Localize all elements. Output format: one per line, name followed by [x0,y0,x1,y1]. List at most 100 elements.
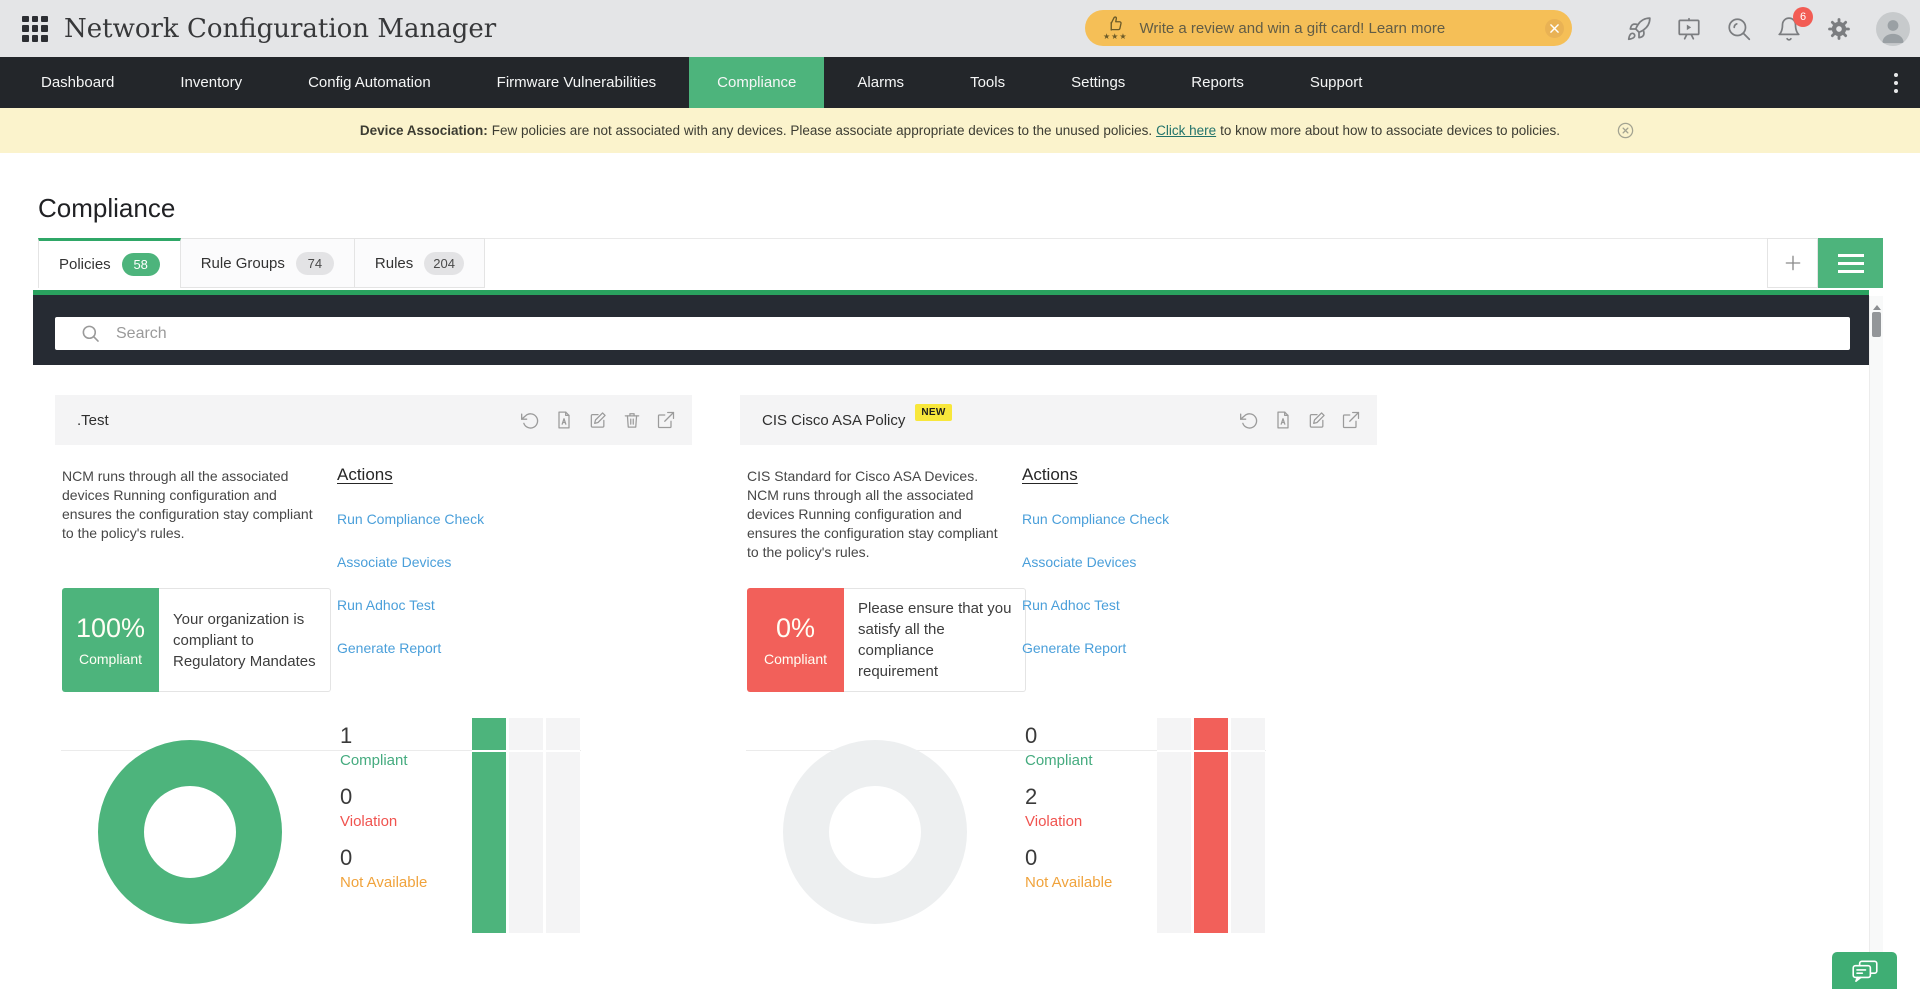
app-grid-icon[interactable] [22,15,48,42]
top-bar: Network Configuration Manager ★★★ Write … [0,0,1920,57]
nav-item-inventory[interactable]: Inventory [147,57,275,108]
chat-bubbles-icon [1851,960,1878,982]
whats-new-rocket-icon[interactable] [1626,16,1652,42]
chart-legend: 1 Compliant 0 Violation 0 Not Available [340,723,427,906]
notice-click-here-link[interactable]: Click here [1156,123,1216,138]
settings-gear-icon[interactable] [1826,16,1852,42]
search-field[interactable] [55,317,1850,350]
nav-item-compliance[interactable]: Compliance [689,57,825,108]
demo-presentation-icon[interactable] [1676,16,1702,42]
pdf-export-icon[interactable] [554,410,574,430]
app-title: Network Configuration Manager [64,13,497,44]
legend-violation: 2 Violation [1025,784,1112,831]
policy-card-header: CIS Cisco ASA Policy NEW [740,395,1377,445]
policy-card-test: .Test NCM runs through all the associate… [55,395,692,940]
banner-text: Write a review and win a gift card! Lear… [1139,19,1446,37]
scrollbar-up-arrow[interactable] [1873,301,1881,310]
compliance-message: Please ensure that you satisfy all the c… [844,588,1027,692]
nav-item-dashboard[interactable]: Dashboard [8,57,147,108]
legend-compliant: 1 Compliant [340,723,427,770]
legend-violation-value: 2 [1025,784,1038,809]
user-avatar[interactable] [1876,11,1910,46]
tab-rules-label: Rules [374,254,414,272]
policy-card-cis-cisco-asa: CIS Cisco ASA Policy NEW CIS Standard fo… [740,395,1377,940]
policy-toolbar [1239,410,1361,430]
associate-devices-link[interactable]: Associate Devices [337,553,597,571]
external-link-icon[interactable] [656,410,676,430]
history-icon[interactable] [520,410,540,430]
nav-item-reports[interactable]: Reports [1158,57,1277,108]
tab-rules[interactable]: Rules 204 [354,238,485,288]
actions-panel: Actions Run Compliance Check Associate D… [1022,465,1282,657]
tab-rule-groups-count-badge: 74 [295,251,334,275]
generate-report-link[interactable]: Generate Report [337,639,597,657]
run-compliance-check-link[interactable]: Run Compliance Check [1022,510,1282,528]
compliance-message: Your organization is compliant to Regula… [159,588,331,692]
nav-item-firmware-vulnerabilities[interactable]: Firmware Vulnerabilities [464,57,690,108]
nav-item-config-automation[interactable]: Config Automation [275,57,464,108]
bar-compliant [472,718,506,933]
search-icon[interactable] [1726,16,1752,42]
notice-label: Device Association: [359,123,488,138]
policy-description: CIS Standard for Cisco ASA Devices. NCM … [747,468,998,560]
legend-not-available: 0 Not Available [340,845,427,892]
delete-trash-icon[interactable] [622,410,642,430]
main-nav: Dashboard Inventory Config Automation Fi… [0,57,1920,108]
history-icon[interactable] [1239,410,1259,430]
compliance-percent-label: Compliant [763,651,828,667]
notifications-bell[interactable]: 6 [1776,6,1813,42]
policy-toolbar [520,410,676,430]
compliance-donut-chart [98,740,282,924]
run-adhoc-test-link[interactable]: Run Adhoc Test [1022,596,1282,614]
topbar-icon-row: 6 [1626,0,1910,57]
run-compliance-check-link[interactable]: Run Compliance Check [337,510,597,528]
list-view-toggle-button[interactable] [1818,238,1883,288]
bar-violation [509,718,543,933]
actions-panel: Actions Run Compliance Check Associate D… [337,465,597,657]
compliance-percent: 100% [75,613,146,643]
nav-item-support[interactable]: Support [1277,57,1396,108]
compliance-bar-chart [472,718,580,933]
notice-text: Few policies are not associated with any… [491,123,1153,138]
search-band [33,295,1869,365]
legend-compliant-label: Compliant [1025,752,1093,769]
run-adhoc-test-link[interactable]: Run Adhoc Test [337,596,597,614]
screen: Network Configuration Manager ★★★ Write … [0,0,1920,989]
banner-close-icon[interactable] [1545,19,1564,38]
bar-not-available [546,718,580,933]
nav-item-alarms[interactable]: Alarms [824,57,937,108]
external-link-icon[interactable] [1341,410,1361,430]
legend-violation-value: 0 [340,784,353,809]
bar-violation [1194,718,1228,933]
actions-heading: Actions [1022,465,1078,484]
legend-violation: 0 Violation [340,784,427,831]
tab-rule-groups[interactable]: Rule Groups 74 [180,238,355,288]
legend-compliant-value: 0 [1025,723,1038,748]
tab-policies[interactable]: Policies 58 [38,238,181,288]
nav-item-tools[interactable]: Tools [937,57,1038,108]
device-association-notice: Device Association: Few policies are not… [0,108,1920,153]
vertical-scrollbar[interactable] [1869,296,1883,989]
page-title: Compliance [38,193,176,223]
pdf-export-icon[interactable] [1273,410,1293,430]
compliance-donut-chart [783,740,967,924]
notice-close-icon[interactable] [1616,121,1635,140]
generate-report-link[interactable]: Generate Report [1022,639,1282,657]
legend-compliant-label: Compliant [340,752,408,769]
scrollbar-thumb[interactable] [1872,312,1881,337]
feedback-chat-button[interactable] [1832,952,1897,989]
associate-devices-link[interactable]: Associate Devices [1022,553,1282,571]
policy-title: CIS Cisco ASA Policy [762,411,906,429]
tab-bar-spacer [484,238,1767,288]
edit-icon[interactable] [1307,410,1327,430]
nav-overflow-kebab-icon[interactable] [1888,57,1904,108]
edit-icon[interactable] [588,410,608,430]
nav-item-settings[interactable]: Settings [1038,57,1158,108]
compliance-summary-box: 100% Compliant Your organization is comp… [62,588,331,692]
legend-not-available-value: 0 [340,845,353,870]
review-banner[interactable]: ★★★ Write a review and win a gift card! … [1085,10,1572,46]
policy-title: .Test [77,411,109,429]
legend-not-available: 0 Not Available [1025,845,1112,892]
search-input[interactable] [114,323,1850,344]
add-policy-button[interactable] [1767,238,1818,288]
